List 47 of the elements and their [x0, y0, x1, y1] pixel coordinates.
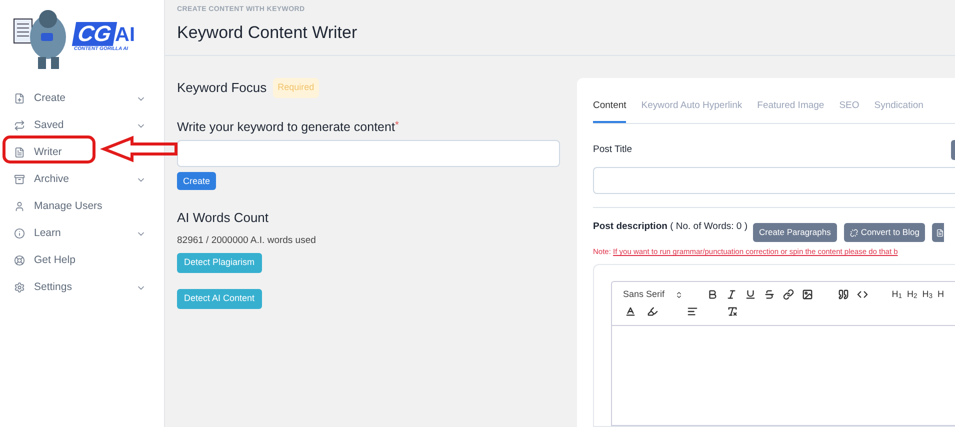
keyword-input[interactable]	[177, 140, 560, 168]
page-title: Keyword Content Writer	[177, 22, 358, 44]
menu-icon	[14, 255, 25, 266]
menu-icon	[14, 228, 25, 239]
menu-icon	[14, 201, 25, 212]
section-title: Keyword Focus	[177, 79, 267, 97]
link-icon[interactable]	[782, 288, 796, 302]
required-badge: Required	[272, 78, 320, 98]
heading-button[interactable]: H$_{3}$	[922, 288, 932, 302]
description-label: Post description ( No. of Words: 0 )	[593, 220, 749, 234]
required-mark: *	[394, 118, 399, 130]
menu-icon	[14, 120, 25, 131]
document-icon	[936, 228, 944, 237]
heading-button[interactable]: H$_{2}$	[906, 288, 918, 302]
menu-icon	[14, 93, 25, 104]
select-arrows-icon	[674, 290, 683, 298]
tab[interactable]: Content	[593, 99, 626, 124]
align-icon[interactable]	[685, 304, 699, 318]
font-select[interactable]: Sans Serif	[623, 288, 684, 302]
field-label: Write your keyword to generate content	[177, 118, 395, 136]
sidebar-item[interactable]: Writer	[0, 139, 164, 166]
create-button[interactable]: Create	[177, 172, 216, 190]
sidebar-item[interactable]: Get Help	[0, 247, 164, 274]
highlight-icon[interactable]	[645, 304, 659, 318]
action-button[interactable]: Create Paragraphs	[753, 223, 837, 242]
sidebar-item[interactable]: Learn	[0, 220, 164, 247]
heading-button[interactable]: H	[938, 288, 944, 302]
action-button[interactable]	[932, 223, 944, 242]
menu-icon	[14, 174, 25, 185]
action-button[interactable]: Convert to Blog	[844, 223, 926, 242]
words-usage: 82961 / 2000000 A.I. words used	[177, 234, 316, 248]
sidebar-item[interactable]: Saved	[0, 112, 164, 139]
field-label: Post Title	[593, 143, 632, 158]
section-title: AI Words Count	[177, 209, 269, 228]
heading-button[interactable]: H$_{1}$	[892, 288, 902, 302]
sidebar-item[interactable]: Manage Users	[0, 193, 164, 220]
sidebar-item[interactable]: Archive	[0, 166, 164, 193]
menu-icon	[14, 147, 25, 158]
title-action-button[interactable]	[951, 140, 955, 160]
sidebar-item[interactable]: Create	[0, 85, 164, 112]
sidebar-item[interactable]: Settings	[0, 274, 164, 301]
menu-icon	[14, 282, 25, 293]
post-title-input[interactable]	[593, 167, 955, 194]
unlink-icon	[850, 228, 858, 237]
image-icon[interactable]	[800, 288, 815, 302]
logo-suffix: AI	[115, 24, 135, 46]
quote-icon[interactable]	[836, 288, 851, 302]
